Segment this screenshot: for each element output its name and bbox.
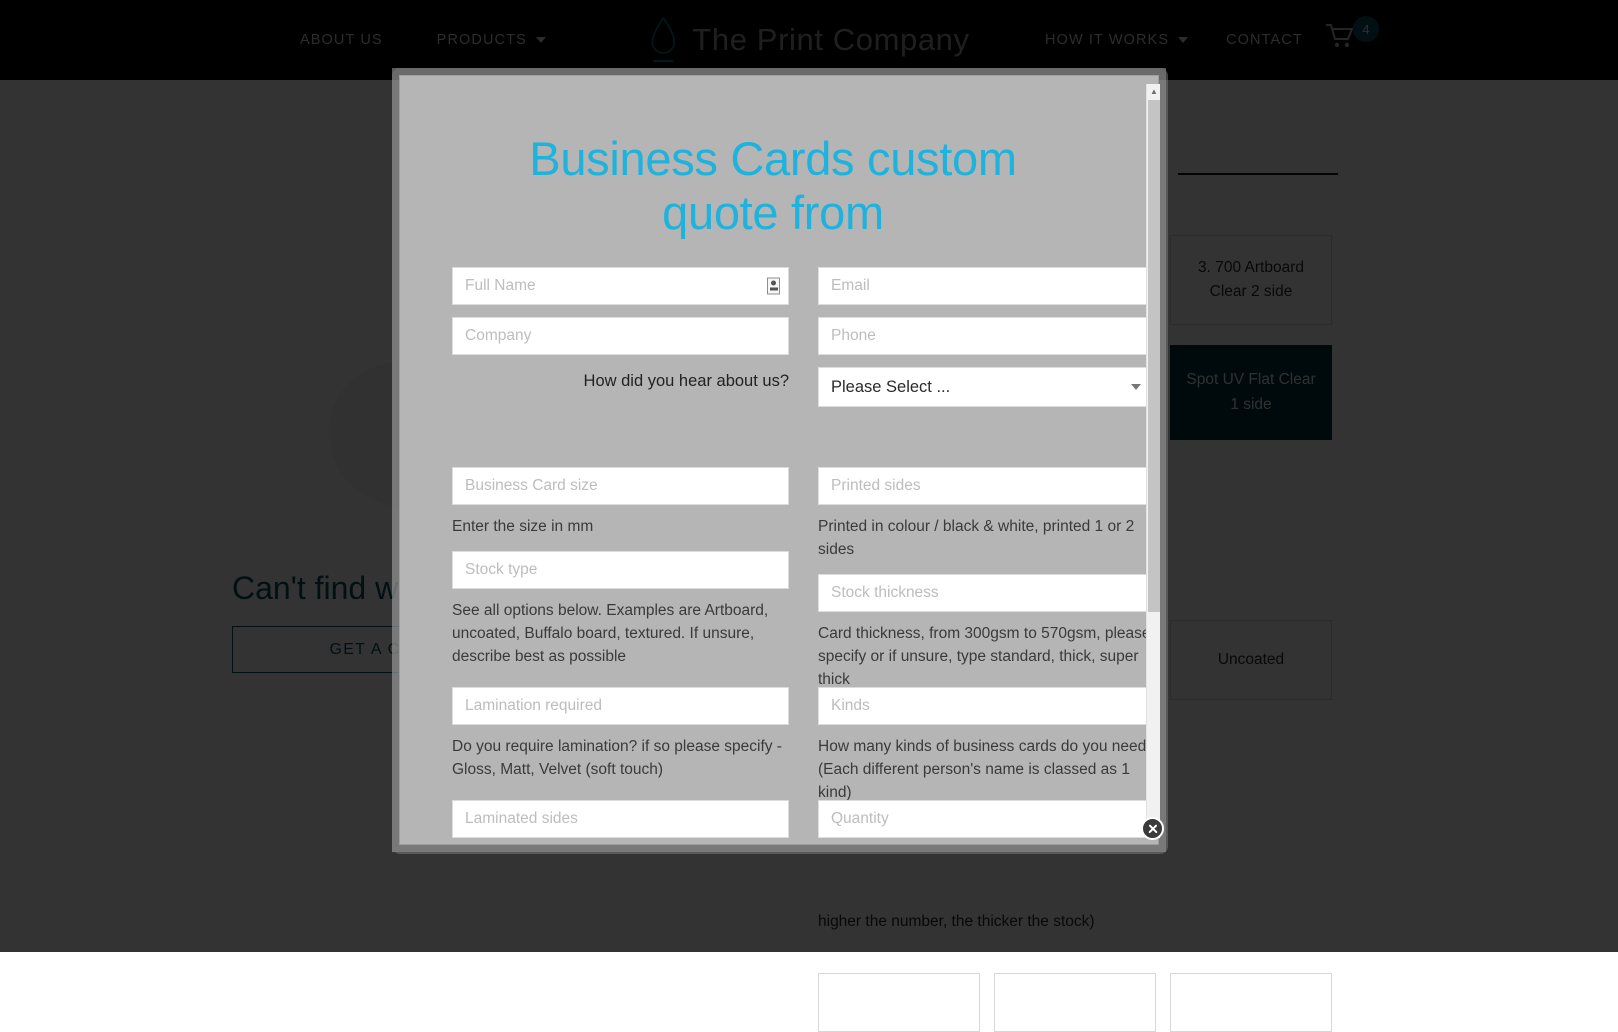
stock-thickness-input[interactable]: [819, 575, 1154, 611]
company-field[interactable]: [452, 317, 789, 355]
kinds-input[interactable]: [819, 688, 1154, 724]
custom-quote-modal: Business Cards custom quote from: [399, 75, 1159, 845]
printed-sides-help: Printed in colour / black & white, print…: [818, 516, 1160, 562]
email-input[interactable]: [819, 268, 1154, 304]
lamination-field[interactable]: [452, 687, 789, 725]
hear-about-us-label: How did you hear about us?: [452, 362, 789, 400]
kinds-field[interactable]: [818, 687, 1155, 725]
lamination-input[interactable]: [453, 688, 788, 724]
phone-field[interactable]: [818, 317, 1155, 355]
business-card-size-field[interactable]: [452, 467, 789, 505]
stock-thickness-help: Card thickness, from 300gsm to 570gsm, p…: [818, 623, 1160, 692]
phone-input[interactable]: [819, 318, 1154, 354]
product-card[interactable]: [994, 973, 1156, 1032]
quantity-input[interactable]: [819, 801, 1154, 837]
stock-type-help: See all options below. Examples are Artb…: [452, 600, 792, 669]
scrollbar-thumb[interactable]: [1148, 100, 1160, 612]
product-card[interactable]: [818, 973, 980, 1032]
chevron-up-icon[interactable]: ▲: [1147, 84, 1160, 98]
business-card-size-input[interactable]: [453, 468, 788, 504]
modal-content: Business Cards custom quote from: [400, 76, 1146, 846]
printed-sides-field[interactable]: [818, 467, 1155, 505]
stock-type-input[interactable]: [453, 552, 788, 588]
printed-sides-input[interactable]: [819, 468, 1154, 504]
full-name-field[interactable]: [452, 267, 789, 305]
modal-scrollbar[interactable]: ▲ ▼: [1146, 84, 1160, 838]
close-modal-button[interactable]: [1141, 817, 1164, 840]
hear-about-us-select[interactable]: Please Select ...: [818, 367, 1155, 407]
chevron-down-icon: [1131, 384, 1141, 390]
lamination-help: Do you require lamination? if so please …: [452, 736, 792, 782]
product-card[interactable]: [1170, 973, 1332, 1032]
full-name-input[interactable]: [453, 268, 788, 304]
laminated-sides-input[interactable]: [453, 801, 788, 837]
laminated-sides-field[interactable]: [452, 800, 789, 838]
company-input[interactable]: [453, 318, 788, 354]
email-field[interactable]: [818, 267, 1155, 305]
stock-thickness-field[interactable]: [818, 574, 1155, 612]
quantity-field[interactable]: [818, 800, 1155, 838]
hear-about-us-selected-value: Please Select ...: [831, 378, 950, 397]
modal-inner: Business Cards custom quote from: [400, 76, 1160, 846]
kinds-help: How many kinds of business cards do you …: [818, 736, 1160, 805]
business-card-size-help: Enter the size in mm: [452, 516, 792, 539]
stock-type-field[interactable]: [452, 551, 789, 589]
modal-title: Business Cards custom quote from: [426, 132, 1120, 239]
contact-card-icon[interactable]: [767, 278, 780, 295]
